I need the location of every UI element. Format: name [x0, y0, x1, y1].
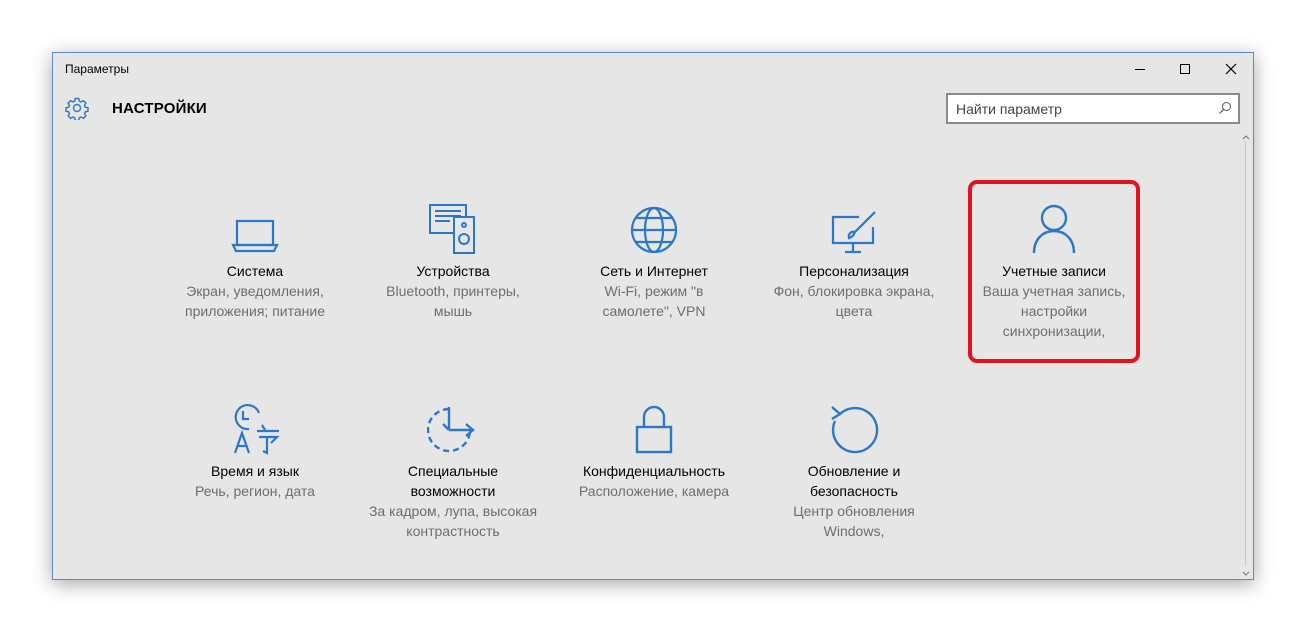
time-language-icon [233, 403, 280, 455]
window-title: Параметры [65, 62, 129, 76]
tile-name: Обновление и безопасность [807, 463, 901, 499]
ease-of-access-icon [427, 407, 475, 453]
maximize-button[interactable] [1162, 53, 1208, 85]
tile-ease-of-access[interactable]: Специальные возможности За кадром, лупа,… [368, 399, 538, 541]
tile-system[interactable]: Система Экран, уведомления, приложения; … [170, 199, 340, 321]
tile-personalization[interactable]: Персонализация Фон, блокировка экрана, ц… [769, 199, 939, 321]
tile-description: Bluetooth, принтеры, мышь [386, 283, 520, 319]
tile-description: Экран, уведомления, приложения; питание [185, 283, 325, 319]
tile-name: Устройства [416, 263, 490, 279]
vertical-scrollbar[interactable] [1241, 133, 1251, 578]
search-input[interactable] [956, 99, 1206, 118]
laptop-icon [231, 219, 279, 253]
person-icon [1032, 204, 1076, 254]
scroll-up-arrow-icon[interactable] [1241, 133, 1251, 141]
update-icon [831, 406, 879, 454]
tile-description: За кадром, лупа, высокая контрастность [368, 503, 538, 539]
tile-description: Расположение, камера [578, 483, 730, 499]
tile-name: Конфиденциальность [582, 463, 725, 479]
maximize-icon [1180, 64, 1190, 74]
minimize-button[interactable] [1117, 53, 1163, 85]
tile-name: Сеть и Интернет [600, 263, 708, 279]
gear-icon [65, 97, 89, 120]
minimize-icon [1135, 69, 1145, 70]
tile-name: Персонализация [799, 263, 909, 279]
tile-network-internet[interactable]: Сеть и Интернет Wi-Fi, режим "в самолете… [569, 199, 739, 321]
search-icon[interactable] [1218, 101, 1232, 115]
tile-name: Система [226, 263, 284, 279]
tile-description: Фон, блокировка экрана, цвета [773, 283, 935, 319]
tile-privacy[interactable]: Конфиденциальность Расположение, камера [569, 399, 739, 501]
tile-description: Wi-Fi, режим "в самолете", VPN [602, 283, 706, 319]
search-box[interactable] [946, 93, 1240, 124]
personalization-icon [831, 211, 876, 254]
tile-description: Центр обновления Windows, [793, 503, 915, 539]
tile-name: Специальные возможности [407, 463, 499, 499]
tile-devices[interactable]: Устройства Bluetooth, принтеры, мышь [368, 199, 538, 321]
globe-icon [630, 206, 678, 254]
scroll-down-arrow-icon[interactable] [1241, 570, 1251, 578]
title-bar[interactable]: Параметры [53, 53, 1253, 85]
tile-time-language[interactable]: Время и язык Речь, регион, дата [170, 399, 340, 501]
scrollbar-track[interactable] [1245, 141, 1246, 566]
close-icon [1225, 63, 1237, 75]
settings-window: Параметры НАСТРОЙКИ Найти параметр Систе… [52, 52, 1254, 580]
tile-name: Время и язык [211, 463, 299, 479]
page-title: НАСТРОЙКИ [112, 100, 207, 117]
close-button[interactable] [1208, 53, 1254, 85]
tile-name: Учетные записи [1002, 263, 1106, 279]
tile-update-security[interactable]: Обновление и безопасность Центр обновлен… [769, 399, 939, 541]
tile-description: Речь, регион, дата [195, 483, 315, 499]
devices-icon [429, 204, 475, 254]
tile-description: Ваша учетная запись, настройки синхрониз… [982, 283, 1126, 339]
tile-accounts[interactable]: Учетные записи Ваша учетная запись, наст… [969, 199, 1139, 341]
lock-icon [635, 405, 673, 454]
